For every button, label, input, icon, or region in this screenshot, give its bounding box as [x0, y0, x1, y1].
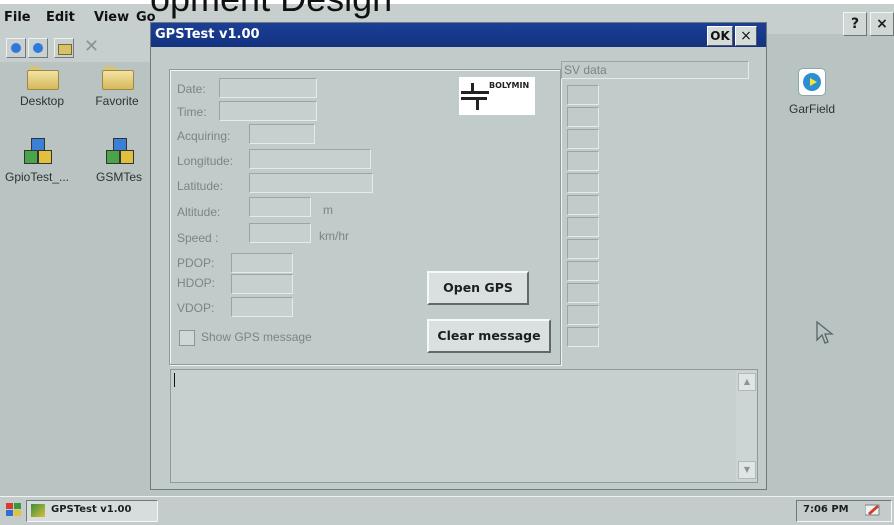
hdop-field[interactable]	[231, 274, 293, 294]
forward-button[interactable]	[28, 38, 48, 58]
speed-label: Speed :	[177, 231, 219, 245]
altitude-unit: m	[323, 203, 333, 217]
sv-data-cell	[567, 151, 599, 171]
sv-data-cell	[567, 85, 599, 105]
sv-data-cell	[567, 283, 599, 303]
desktop-icon-gpiotest[interactable]: GpioTest_...	[0, 138, 80, 184]
ok-button[interactable]: OK	[707, 26, 733, 46]
up-folder-button[interactable]	[54, 38, 74, 58]
start-windows-icon[interactable]	[6, 503, 22, 517]
gpstest-app-icon	[31, 504, 45, 517]
help-button[interactable]: ?	[843, 12, 867, 36]
pdop-field[interactable]	[231, 253, 293, 273]
back-arrow-icon	[11, 43, 21, 53]
scroll-up-button[interactable]: ▲	[738, 373, 756, 391]
desktop-icon-label: Favorite	[95, 94, 139, 108]
altitude-label: Altitude:	[177, 205, 221, 219]
system-tray: 7:06 PM	[796, 500, 892, 522]
date-field[interactable]	[219, 78, 317, 98]
app-cubes-icon	[22, 138, 52, 164]
desktop-icon-favorites[interactable]: Favorite	[82, 66, 152, 108]
close-button[interactable]: ×	[870, 12, 894, 36]
longitude-label: Longitude:	[177, 154, 234, 168]
speed-field[interactable]	[249, 223, 311, 243]
taskbar-gpstest-label: GPSTest v1.00	[51, 504, 132, 515]
scroll-down-button[interactable]: ▼	[738, 461, 756, 479]
time-label: Time:	[177, 105, 207, 119]
bolymin-logo: BOLYMIN	[459, 77, 535, 115]
vdop-field[interactable]	[231, 297, 293, 317]
acquiring-label: Acquiring:	[177, 129, 231, 143]
clear-message-button[interactable]: Clear message	[427, 319, 551, 353]
desktop-icon-desktop[interactable]: Desktop	[2, 66, 82, 108]
taskbar: GPSTest v1.00 7:06 PM	[0, 496, 894, 525]
speed-unit: km/hr	[319, 229, 349, 243]
menu-edit[interactable]: Edit	[46, 10, 75, 25]
garfield-app-icon	[798, 68, 826, 96]
show-gps-message-label: Show GPS message	[201, 330, 312, 344]
message-scrollbar[interactable]: ▲ ▼	[736, 371, 756, 481]
hdop-label: HDOP:	[177, 276, 216, 290]
desktop-icon-label: GpioTest_...	[4, 170, 70, 184]
pdop-label: PDOP:	[177, 256, 215, 270]
gpstest-window: GPSTest v1.00 OK × BOLYMIN Date: Time: A…	[150, 22, 767, 490]
sv-data-cell	[567, 327, 599, 347]
sv-data-cell	[567, 107, 599, 127]
mouse-pointer-icon	[816, 320, 834, 344]
vdop-label: VDOP:	[177, 301, 215, 315]
sv-data-cell	[567, 173, 599, 193]
time-field[interactable]	[219, 101, 317, 121]
delete-button[interactable]: ✕	[80, 36, 110, 57]
taskbar-clock[interactable]: 7:06 PM	[803, 504, 849, 515]
sv-data-cell	[567, 217, 599, 237]
tray-pen-icon[interactable]	[865, 503, 881, 517]
window-close-button[interactable]: ×	[735, 26, 757, 46]
logo-text: BOLYMIN	[489, 81, 530, 90]
overlay-heading: opment Design	[150, 0, 392, 20]
altitude-field[interactable]	[249, 197, 311, 217]
sv-data-cell	[567, 261, 599, 281]
back-button[interactable]	[6, 38, 26, 58]
show-gps-message-checkbox[interactable]	[179, 330, 195, 346]
menu-file[interactable]: File	[4, 10, 31, 25]
window-title-bar[interactable]: GPSTest v1.00 OK ×	[151, 23, 766, 47]
app-cubes-icon	[104, 138, 134, 164]
acquiring-field[interactable]	[249, 124, 315, 144]
open-gps-button[interactable]: Open GPS	[427, 271, 529, 305]
sv-data-cell	[567, 305, 599, 325]
folder-icon	[27, 66, 59, 90]
desktop-icon-garfield[interactable]: GarField	[772, 68, 852, 116]
menu-view[interactable]: View	[94, 10, 129, 25]
delete-x-icon: ✕	[84, 36, 100, 57]
forward-arrow-icon	[33, 43, 43, 53]
longitude-field[interactable]	[249, 149, 371, 169]
sv-data-cell	[567, 129, 599, 149]
folder-up-icon	[58, 44, 72, 55]
taskbar-gpstest-button[interactable]: GPSTest v1.00	[26, 500, 158, 522]
sv-data-cell	[567, 239, 599, 259]
desktop-icon-label: GarField	[788, 102, 835, 116]
latitude-label: Latitude:	[177, 179, 224, 193]
latitude-field[interactable]	[249, 173, 373, 193]
folder-icon	[102, 66, 134, 90]
window-title: GPSTest v1.00	[155, 27, 260, 42]
explorer-toolbar: ✕	[0, 34, 150, 62]
sv-data-cell	[567, 195, 599, 215]
sv-data-header: SV data	[561, 61, 749, 79]
text-caret	[174, 373, 175, 387]
gps-message-box[interactable]: ▲ ▼	[170, 369, 758, 483]
date-label: Date:	[177, 82, 206, 96]
sv-data-label: SV data	[564, 63, 607, 77]
desktop-icon-label: Desktop	[19, 94, 65, 108]
desktop-icon-gsmtest[interactable]: GSMTes	[88, 138, 150, 184]
desktop-icon-label: GSMTes	[95, 170, 142, 184]
